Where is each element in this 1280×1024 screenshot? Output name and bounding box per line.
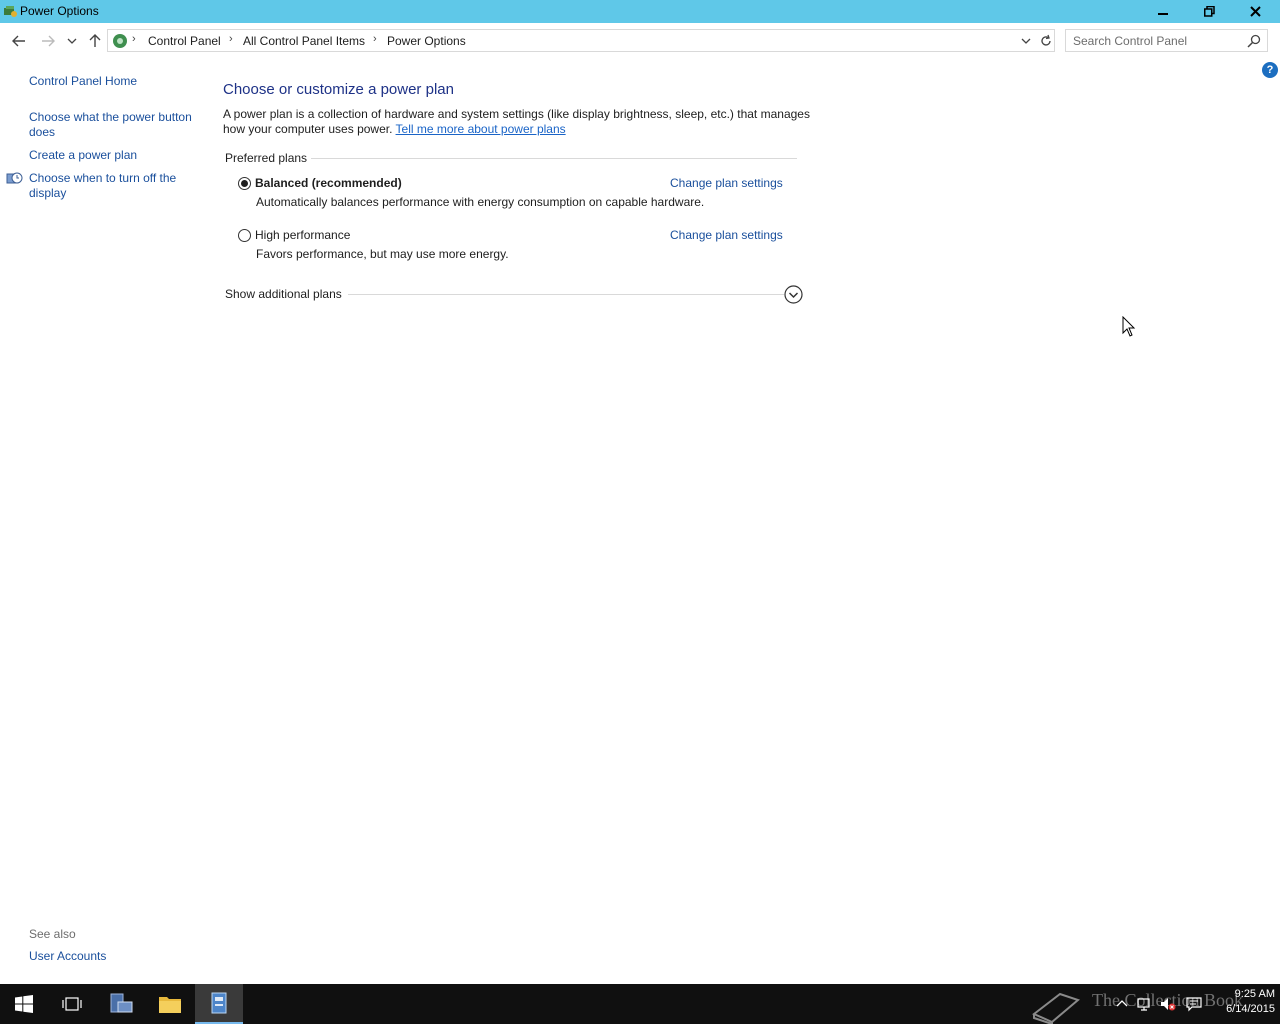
address-dropdown-icon[interactable] xyxy=(1018,33,1034,49)
task-view-button[interactable] xyxy=(48,984,96,1024)
search-input[interactable] xyxy=(1073,33,1243,49)
page-description: A power plan is a collection of hardware… xyxy=(223,107,813,137)
clock-date: 6/14/2015 xyxy=(1226,1003,1275,1015)
control-panel-icon xyxy=(113,34,127,48)
chevron-right-icon: › xyxy=(373,33,377,45)
change-plan-settings-high-performance[interactable]: Change plan settings xyxy=(670,228,783,242)
turn-off-display-link[interactable]: Choose when to turn off the display xyxy=(29,171,194,201)
address-bar[interactable]: › Control Panel › All Control Panel Item… xyxy=(107,29,1055,52)
refresh-icon[interactable] xyxy=(1038,33,1054,49)
power-options-icon xyxy=(4,6,17,17)
taskbar: The Collection Book 9:25 AM 6/14/2015 xyxy=(0,984,1280,1024)
chevron-right-icon: › xyxy=(229,33,233,45)
breadcrumb-power-options[interactable]: Power Options xyxy=(387,34,466,48)
create-power-plan-link[interactable]: Create a power plan xyxy=(29,148,137,163)
chevron-down-icon xyxy=(67,38,77,44)
page-title: Choose or customize a power plan xyxy=(223,81,454,98)
window-title: Power Options xyxy=(20,4,99,18)
folder-icon xyxy=(159,997,181,1013)
see-also-label: See also xyxy=(29,927,76,941)
minimize-icon xyxy=(1158,12,1168,15)
help-icon[interactable]: ? xyxy=(1262,62,1278,78)
breadcrumb-control-panel[interactable]: Control Panel xyxy=(148,34,221,48)
user-accounts-link[interactable]: User Accounts xyxy=(29,949,106,964)
plan-name-balanced[interactable]: Balanced (recommended) xyxy=(255,176,402,190)
plan-description-high-performance: Favors performance, but may use more ene… xyxy=(256,247,509,261)
windows-logo-icon xyxy=(15,995,33,1013)
title-bar: Power Options xyxy=(0,0,1280,23)
mouse-pointer-icon xyxy=(1122,316,1136,337)
back-arrow-icon xyxy=(12,35,25,47)
divider xyxy=(311,158,797,159)
control-panel-icon xyxy=(211,992,227,1014)
restore-button[interactable] xyxy=(1186,0,1232,23)
search-icon[interactable] xyxy=(1246,33,1262,49)
up-button[interactable] xyxy=(85,31,105,51)
show-additional-plans-label[interactable]: Show additional plans xyxy=(225,287,342,301)
learn-more-link[interactable]: Tell me more about power plans xyxy=(396,122,566,136)
power-button-link[interactable]: Choose what the power button does xyxy=(29,110,199,140)
restore-icon xyxy=(1203,6,1215,17)
balanced-radio[interactable] xyxy=(238,177,251,190)
file-explorer-button[interactable] xyxy=(146,984,194,1024)
control-panel-taskbar-button[interactable] xyxy=(195,984,243,1024)
clock-time: 9:25 AM xyxy=(1234,988,1275,1000)
display-clock-icon xyxy=(6,172,23,184)
clock[interactable]: 9:25 AM 6/14/2015 xyxy=(1203,987,1275,1017)
close-button[interactable] xyxy=(1232,0,1278,23)
divider xyxy=(348,294,784,295)
control-panel-home-link[interactable]: Control Panel Home xyxy=(29,74,137,89)
expand-chevron-icon[interactable] xyxy=(784,285,803,304)
change-plan-settings-balanced[interactable]: Change plan settings xyxy=(670,176,783,190)
server-manager-icon xyxy=(110,993,133,1013)
network-icon[interactable] xyxy=(1137,996,1153,1012)
server-manager-button[interactable] xyxy=(97,984,145,1024)
preferred-plans-label: Preferred plans xyxy=(225,151,308,165)
chevron-right-icon: › xyxy=(132,33,136,45)
forward-arrow-icon xyxy=(42,35,55,47)
plan-description-balanced: Automatically balances performance with … xyxy=(256,195,705,209)
plan-name-high-performance[interactable]: High performance xyxy=(255,228,350,242)
minimize-button[interactable] xyxy=(1140,0,1186,23)
start-button[interactable] xyxy=(0,984,48,1024)
back-button[interactable] xyxy=(9,31,29,51)
search-box[interactable] xyxy=(1065,29,1268,52)
volume-muted-icon[interactable] xyxy=(1160,996,1176,1012)
recent-locations-button[interactable] xyxy=(62,31,82,51)
chevron-up-icon[interactable] xyxy=(1114,996,1130,1012)
breadcrumb-all-items[interactable]: All Control Panel Items xyxy=(243,34,365,48)
action-center-icon[interactable] xyxy=(1186,996,1202,1012)
up-arrow-icon xyxy=(89,34,101,47)
book-watermark-icon xyxy=(1032,992,1081,1024)
task-view-icon xyxy=(62,997,82,1011)
forward-button[interactable] xyxy=(38,31,58,51)
high-performance-radio[interactable] xyxy=(238,229,251,242)
close-icon xyxy=(1249,6,1261,17)
